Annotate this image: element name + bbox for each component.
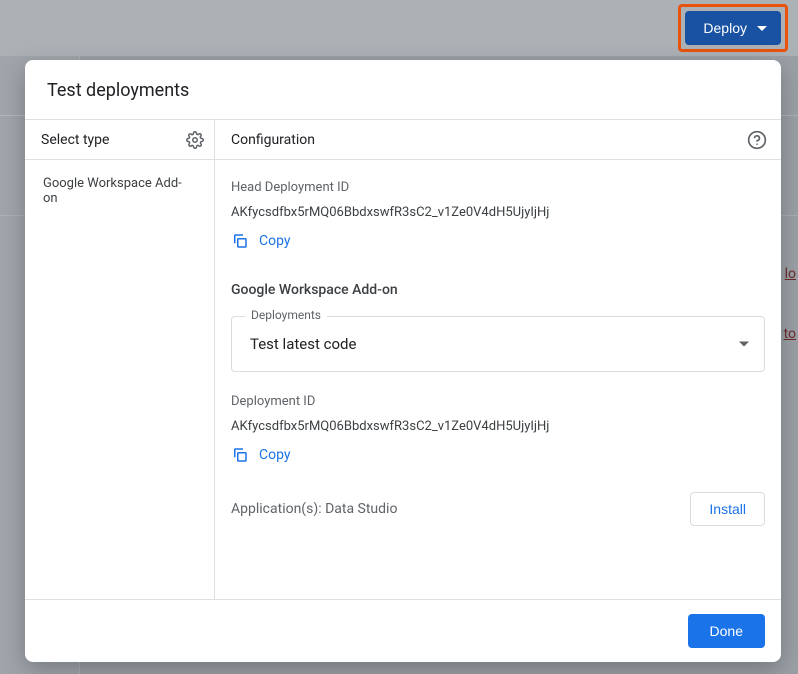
configuration-panel: Configuration Head Deployment ID AKfycsd… [215,120,781,599]
configuration-label: Configuration [231,132,315,148]
deploy-button-label: Deploy [703,20,747,36]
configuration-header: Configuration [215,120,781,160]
dialog-body: Select type Google Workspace Add-on Conf… [25,120,781,600]
test-deployments-dialog: Test deployments Select type Google Work… [25,60,781,662]
type-item-workspace-addon[interactable]: Google Workspace Add-on [25,160,214,222]
copy-icon [231,446,249,464]
deployments-select[interactable]: Deployments Test latest code [231,316,765,372]
done-button[interactable]: Done [688,614,765,648]
applications-label: Application(s): Data Studio [231,501,397,517]
topbar: Deploy [0,0,798,56]
copy-icon [231,232,249,250]
copy-deployment-id-button[interactable]: Copy [231,446,765,464]
copy-label: Copy [259,447,291,463]
copy-label: Copy [259,233,291,249]
bg-truncated-link: lo [785,266,796,282]
deployment-id-value: AKfycsdfbx5rMQ06BbdxswfR3sC2_v1Ze0V4dH5U… [231,419,765,434]
help-icon[interactable] [747,130,767,150]
head-deployment-id-label: Head Deployment ID [231,180,765,195]
copy-head-deployment-id-button[interactable]: Copy [231,232,765,250]
configuration-content: Head Deployment ID AKfycsdfbx5rMQ06Bbdxs… [215,160,781,599]
head-deployment-id-value: AKfycsdfbx5rMQ06BbdxswfR3sC2_v1Ze0V4dH5U… [231,205,765,220]
select-type-header: Select type [25,120,214,160]
dialog-header: Test deployments [25,60,781,120]
bg-truncated-link: to [784,326,796,342]
deploy-highlight-box: Deploy [678,4,788,52]
deployments-select-box: Test latest code [231,316,765,372]
install-button[interactable]: Install [690,492,765,526]
gear-icon[interactable] [186,131,204,149]
dialog-title: Test deployments [47,80,759,101]
deployments-legend: Deployments [245,308,327,322]
dialog-footer: Done [25,600,781,662]
deployments-selected-value: Test latest code [250,335,356,353]
workspace-addon-section-title: Google Workspace Add-on [231,282,765,298]
select-type-panel: Select type Google Workspace Add-on [25,120,215,599]
caret-down-icon [757,26,767,31]
deploy-button[interactable]: Deploy [685,11,781,45]
caret-down-icon [739,342,749,347]
select-type-label: Select type [41,132,109,148]
deployment-id-label: Deployment ID [231,394,765,409]
applications-row: Application(s): Data Studio Install [231,492,765,526]
